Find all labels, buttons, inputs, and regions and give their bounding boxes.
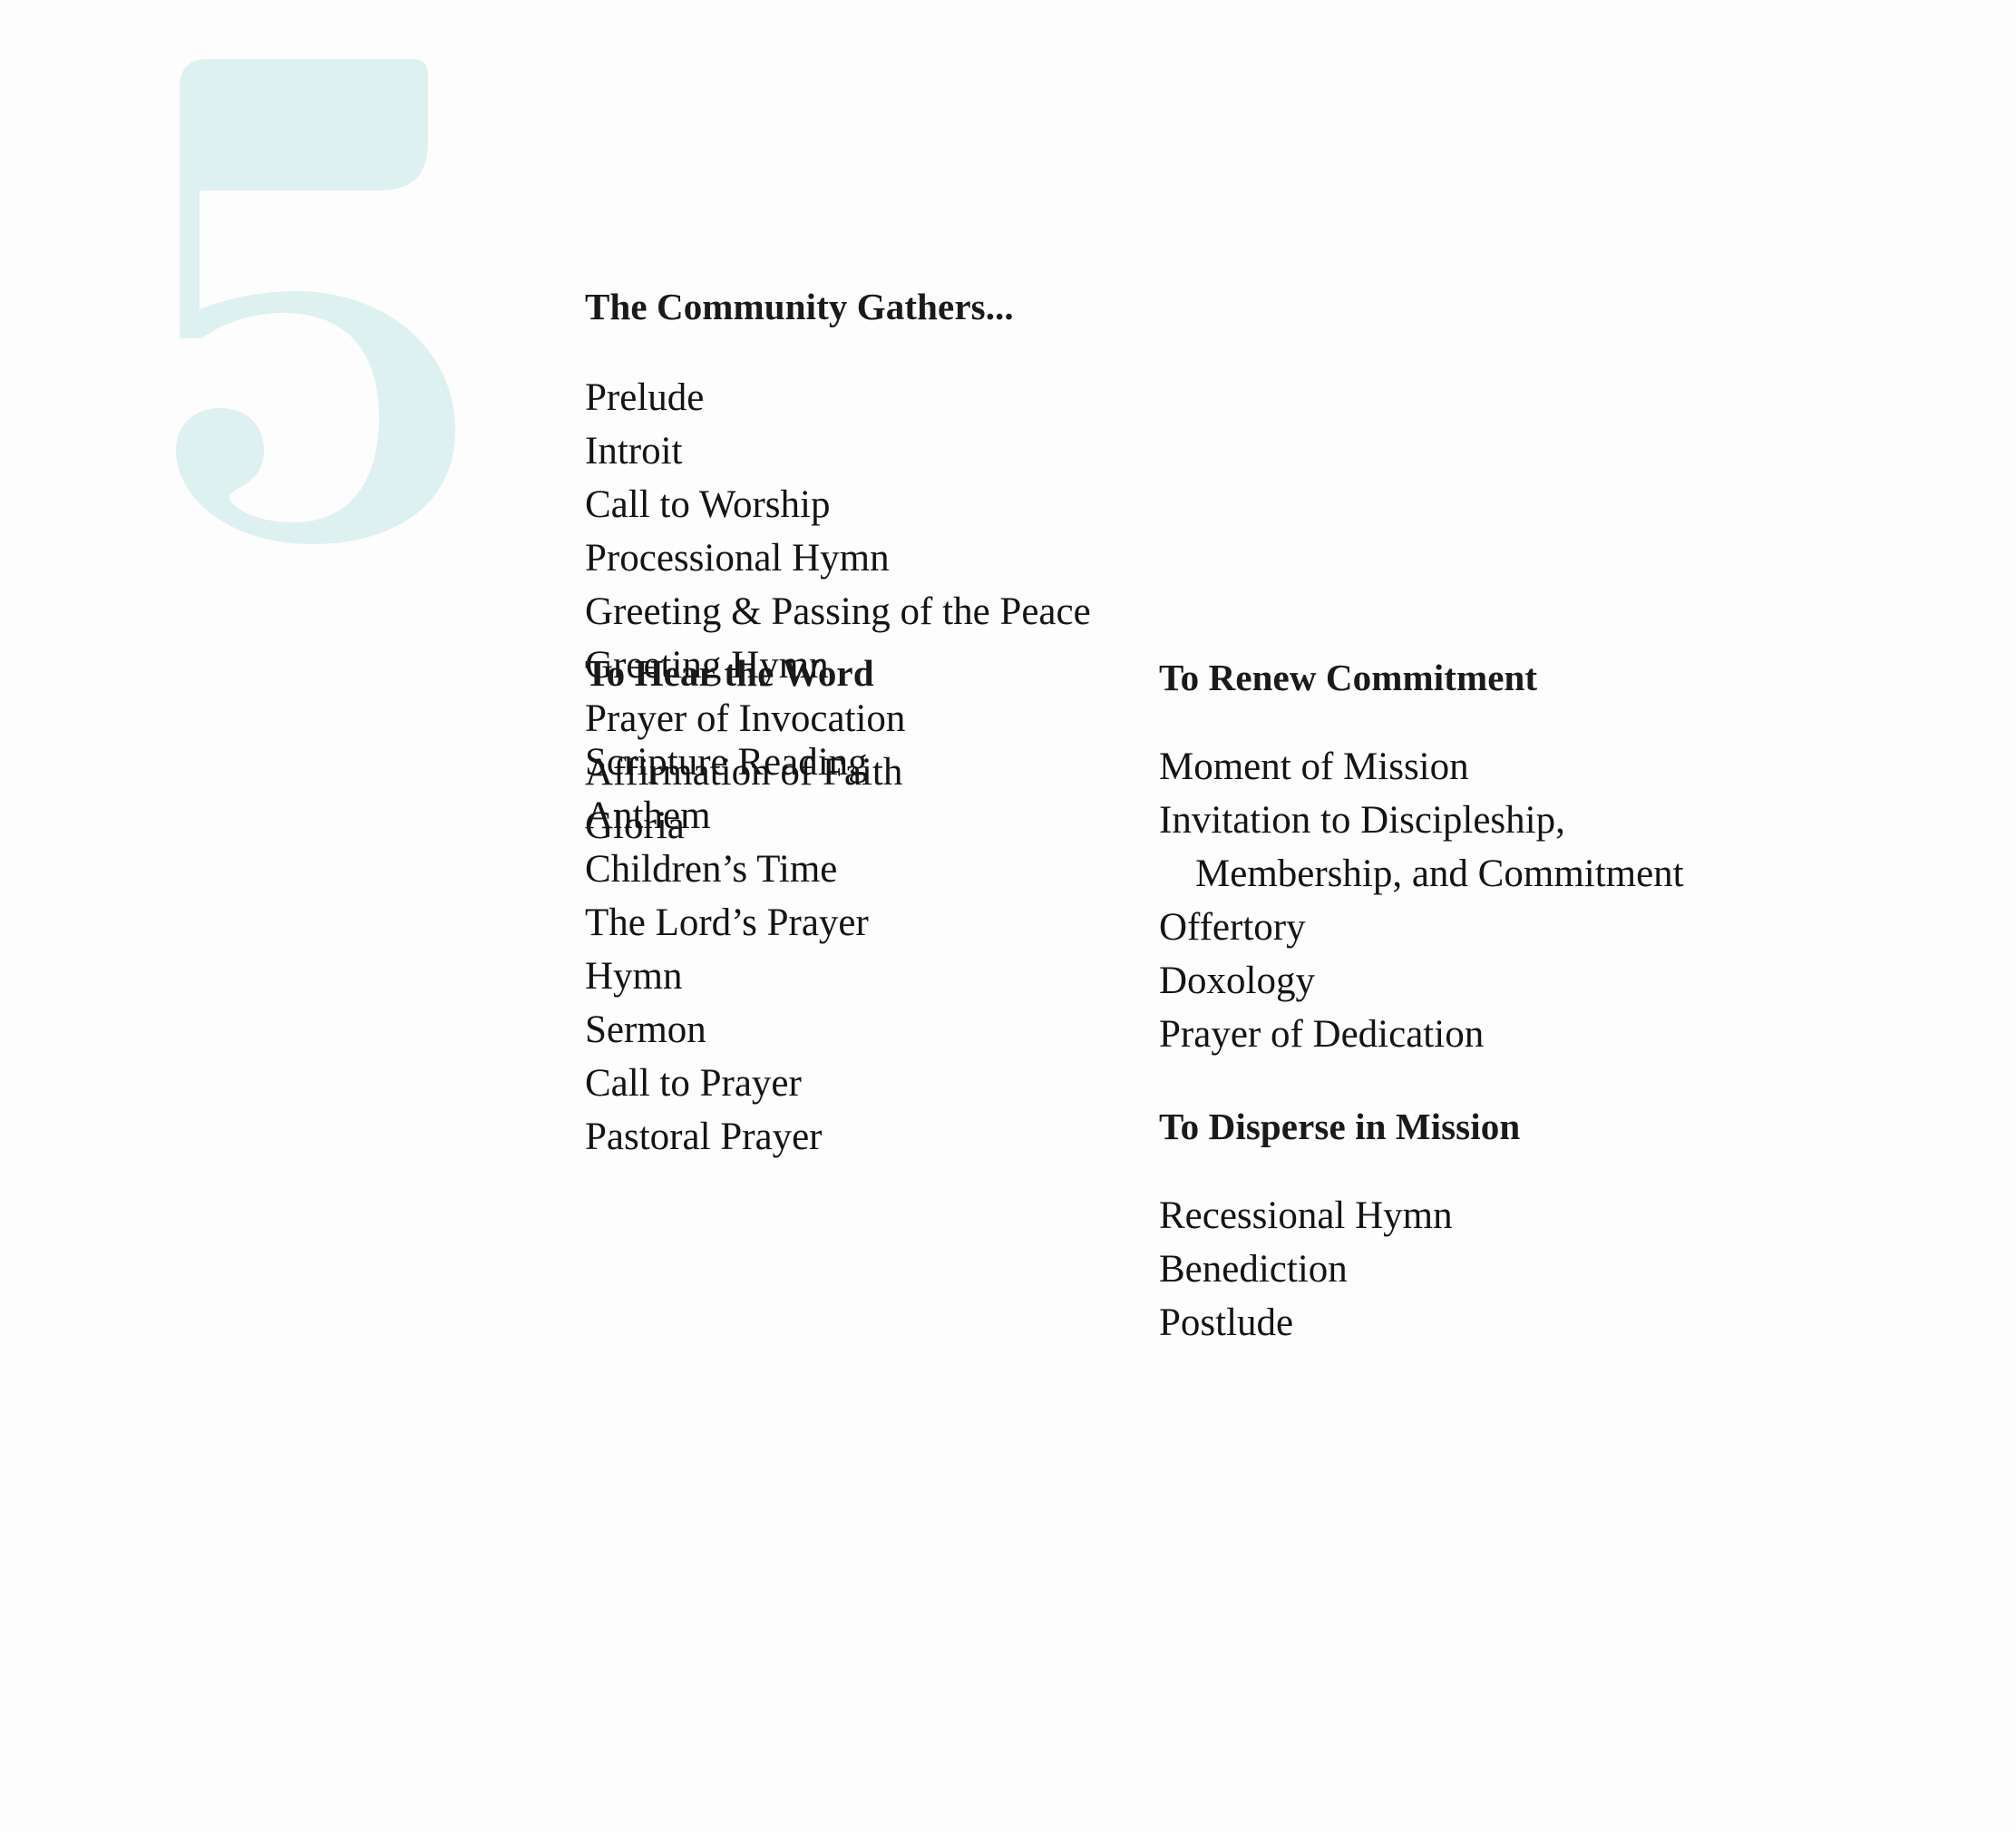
list-item: Benediction bbox=[1159, 1248, 1348, 1291]
list-item: Call to Worship bbox=[585, 483, 831, 526]
list-item: Moment of Mission bbox=[1159, 745, 1469, 788]
list-item: Prayer of Dedication bbox=[1159, 1013, 1485, 1056]
section-heading-to-hear-the-word: To Hear the Word bbox=[585, 652, 874, 694]
list-item: Sermon bbox=[585, 1009, 706, 1051]
list-item-continuation: Membership, and Commitment bbox=[1195, 853, 1684, 895]
list-item: The Lord’s Prayer bbox=[585, 901, 869, 944]
service-item-list-to-renew-commitment: Moment of Mission Invitation to Disciple… bbox=[1159, 740, 1957, 1061]
list-item: Children’s Time bbox=[585, 848, 838, 891]
service-item-list-to-disperse-in-mission: Recessional Hymn Benediction Postlude bbox=[1159, 1189, 1957, 1350]
page-number-decoration bbox=[136, 54, 481, 544]
list-item: Greeting & Passing of the Peace bbox=[585, 590, 1091, 633]
list-item: Pastoral Prayer bbox=[585, 1116, 823, 1158]
list-item: Offertory bbox=[1159, 906, 1306, 949]
section-heading-to-renew-commitment: To Renew Commitment bbox=[1159, 657, 1538, 698]
section-to-renew-commitment: To Renew Commitment Moment of Mission In… bbox=[1159, 659, 1957, 1061]
section-to-disperse-in-mission: To Disperse in Mission Recessional Hymn … bbox=[1159, 1108, 1957, 1350]
service-item-list-to-hear-the-word: Scripture Reading Anthem Children’s Time… bbox=[585, 736, 1129, 1164]
section-heading-community-gathers: The Community Gathers... bbox=[585, 286, 1014, 327]
worship-bulletin-page: The Community Gathers... Prelude Introit… bbox=[0, 0, 2016, 1832]
right-column: To Renew Commitment Moment of Mission In… bbox=[1159, 655, 1957, 1350]
section-to-hear-the-word: To Hear the Word Scripture Reading Anthe… bbox=[585, 655, 1129, 1164]
list-item: Processional Hymn bbox=[585, 537, 890, 580]
list-item: Scripture Reading bbox=[585, 741, 868, 784]
list-item: Call to Prayer bbox=[585, 1062, 802, 1105]
list-item: Recessional Hymn bbox=[1159, 1194, 1453, 1237]
list-item: Postlude bbox=[1159, 1301, 1294, 1344]
list-item: Doxology bbox=[1159, 960, 1315, 1002]
list-item: Hymn bbox=[585, 955, 683, 998]
list-item: Anthem bbox=[585, 794, 711, 837]
list-item: Introit bbox=[585, 430, 683, 473]
list-item: Prelude bbox=[585, 376, 705, 419]
numeral-five-icon bbox=[176, 59, 455, 544]
list-item: Invitation to Discipleship, bbox=[1159, 799, 1565, 842]
section-heading-to-disperse-in-mission: To Disperse in Mission bbox=[1159, 1106, 1521, 1147]
